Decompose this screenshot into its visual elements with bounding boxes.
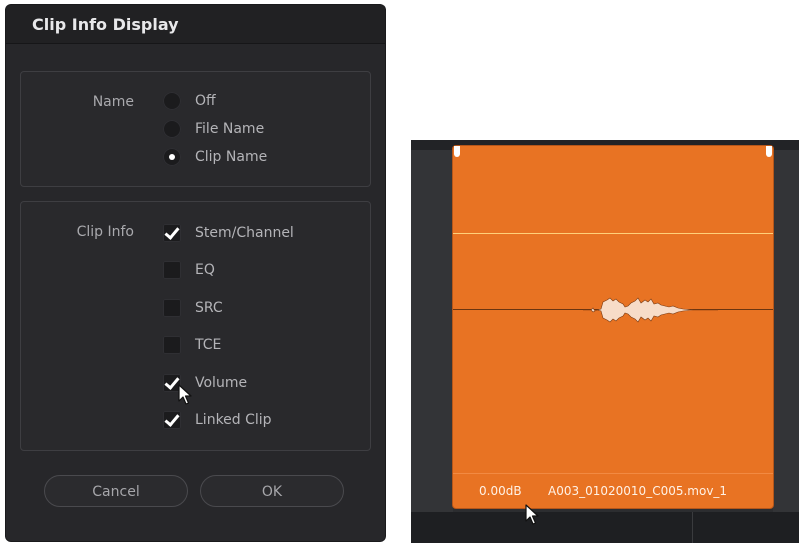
name-group: Name Off File Name Clip Name <box>20 71 371 187</box>
clip-info-group: Clip Info Stem/Channel EQ SRC TCE Volume… <box>20 201 371 451</box>
audio-waveform <box>583 297 718 323</box>
checkbox-checked[interactable] <box>163 374 181 392</box>
dialog-header: Clip Info Display <box>6 5 385 44</box>
checkbox-checked[interactable] <box>163 224 181 242</box>
checkbox-label: Volume <box>195 375 248 391</box>
checkbox[interactable] <box>163 261 181 279</box>
track-lane-left <box>411 150 453 512</box>
clip-footer-divider <box>453 473 773 474</box>
radio-label: File Name <box>195 121 265 137</box>
clip-volume-line[interactable] <box>453 233 773 234</box>
clip-gain-readout: 0.00dB <box>479 484 522 498</box>
radio-button-selected[interactable] <box>163 148 181 166</box>
dialog-title: Clip Info Display <box>32 15 179 34</box>
clip-info-group-label: Clip Info <box>76 224 134 240</box>
radio-button[interactable] <box>163 92 181 110</box>
radio-label: Clip Name <box>195 149 268 165</box>
clip-name-label: A003_01020010_C005.mov_1 <box>548 484 728 498</box>
clip-info-display-dialog: Clip Info Display Name Off File Name Cli… <box>6 5 385 541</box>
checkbox-label: EQ <box>195 262 215 278</box>
audio-timeline: 0.00dB A003_01020010_C005.mov_1 <box>411 140 799 543</box>
cancel-button[interactable]: Cancel <box>44 475 188 507</box>
checkbox-checked[interactable] <box>163 411 181 429</box>
checkbox[interactable] <box>163 336 181 354</box>
checkbox-label: Linked Clip <box>195 412 272 428</box>
track-lane-right <box>773 150 799 512</box>
track-lane-bottom <box>411 512 799 543</box>
radio-label: Off <box>195 93 216 109</box>
radio-button[interactable] <box>163 120 181 138</box>
clip-fade-out-handle[interactable] <box>766 146 772 157</box>
audio-clip[interactable]: 0.00dB A003_01020010_C005.mov_1 <box>453 146 773 508</box>
checkbox-label: TCE <box>195 337 222 353</box>
ok-button[interactable]: OK <box>200 475 344 507</box>
name-group-label: Name <box>92 94 134 110</box>
checkbox-label: Stem/Channel <box>195 225 294 241</box>
track-divider <box>692 512 693 543</box>
checkbox-label: SRC <box>195 300 223 316</box>
checkbox[interactable] <box>163 299 181 317</box>
clip-fade-in-handle[interactable] <box>454 146 460 157</box>
